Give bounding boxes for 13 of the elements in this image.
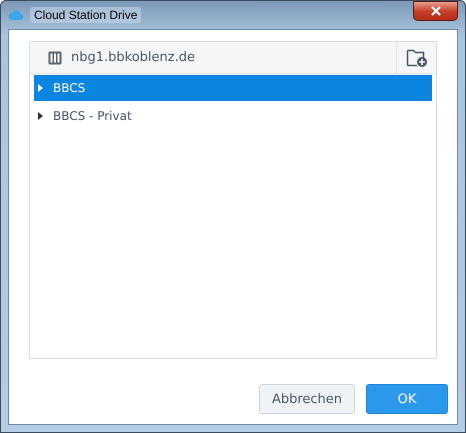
folder-item[interactable]: BBCS - Privat (34, 103, 432, 129)
folder-name: BBCS - Privat (53, 109, 132, 123)
expand-icon[interactable] (38, 112, 43, 120)
window-title: Cloud Station Drive (30, 7, 142, 23)
server-name: nbg1.bbkoblenz.de (71, 50, 196, 65)
server-icon (48, 50, 62, 64)
folder-plus-icon (406, 48, 428, 68)
folder-item[interactable]: BBCS (34, 75, 432, 101)
cancel-button[interactable]: Abbrechen (259, 384, 355, 414)
close-button[interactable] (413, 1, 458, 21)
folder-name: BBCS (53, 81, 86, 95)
close-icon (430, 6, 442, 16)
cloud-icon (8, 8, 24, 22)
